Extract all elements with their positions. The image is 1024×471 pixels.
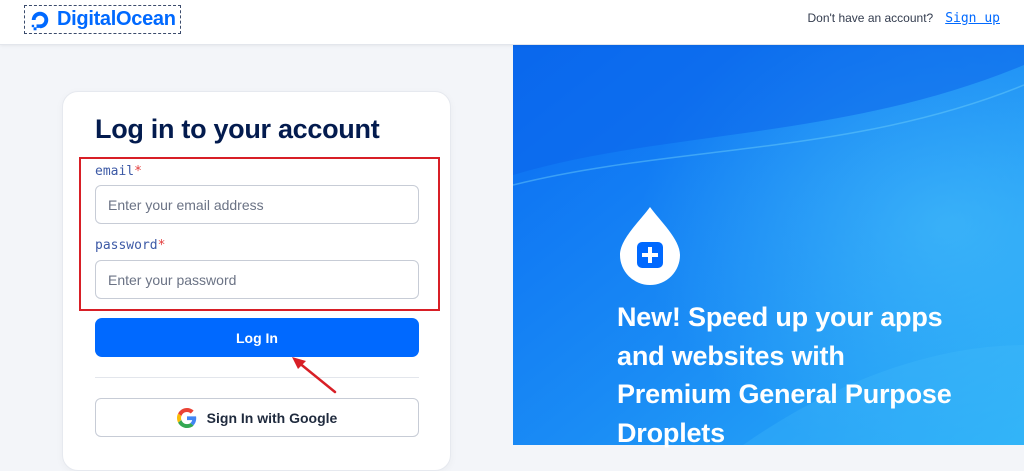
password-field[interactable] (95, 260, 419, 299)
no-account-text: Don't have an account? (807, 11, 934, 25)
logo-text: DigitalOcean (57, 8, 176, 30)
email-label-text: email (95, 164, 135, 179)
signup-link[interactable]: Sign up (945, 11, 1000, 26)
required-mark: * (134, 164, 142, 179)
digitalocean-logo-icon (31, 11, 49, 30)
promo-headline: New! Speed up your apps and websites wit… (617, 302, 952, 448)
password-label-text: password (95, 238, 158, 253)
top-navigation-bar: DigitalOcean Don't have an account? Sign… (0, 0, 1024, 45)
email-label: email* (95, 164, 142, 179)
email-field[interactable] (95, 185, 419, 224)
required-mark: * (157, 238, 166, 253)
google-button-label: Sign In with Google (206, 409, 338, 426)
password-label: password* (95, 238, 165, 253)
signup-prompt: Don't have an account? Sign up (807, 11, 1000, 26)
red-arrow-icon (292, 357, 337, 394)
login-button[interactable]: Log In (95, 318, 419, 357)
digitalocean-logo[interactable]: DigitalOcean (24, 5, 181, 34)
google-signin-button[interactable]: Sign In with Google (95, 398, 419, 437)
page-title: Log in to your account (95, 114, 380, 144)
droplet-plus-icon (620, 207, 680, 285)
divider (95, 377, 419, 378)
google-icon (176, 407, 196, 428)
